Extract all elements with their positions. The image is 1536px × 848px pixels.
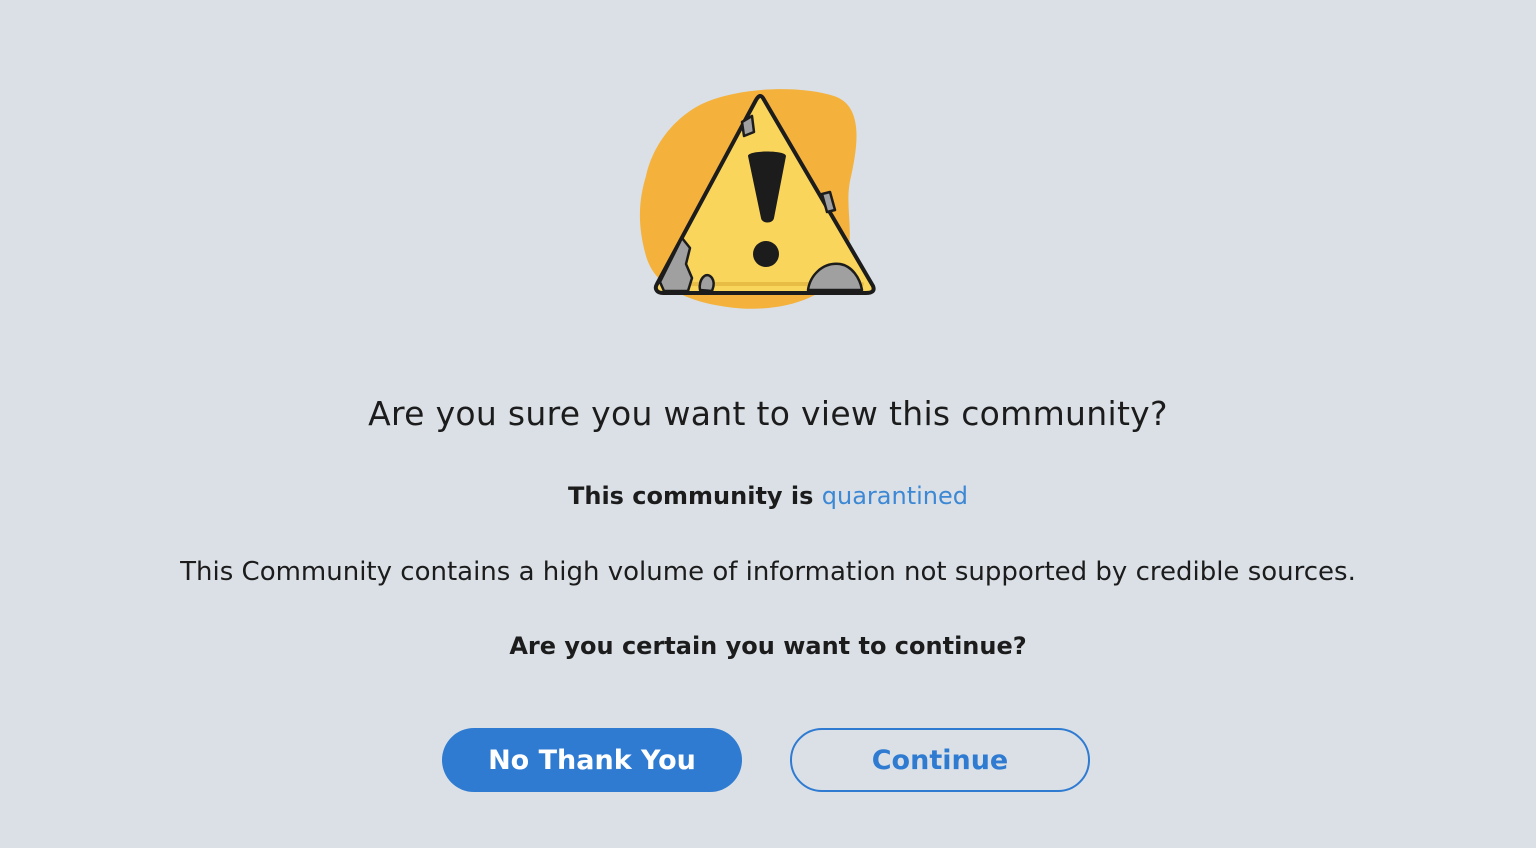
continue-button[interactable]: Continue: [790, 728, 1090, 792]
warning-triangle-icon: [639, 89, 876, 309]
status-prefix: This community is: [567, 482, 822, 510]
continue-question: Are you certain you want to continue?: [509, 632, 1027, 660]
page-title: Are you sure you want to view this commu…: [368, 394, 1168, 433]
quarantined-link[interactable]: quarantined: [822, 482, 968, 510]
exclamation-dot: [753, 241, 779, 267]
quarantine-interstitial: Are you sure you want to view this commu…: [0, 0, 1536, 848]
no-thank-you-button[interactable]: No Thank You: [442, 728, 742, 792]
quarantine-status: This community is quarantined: [0, 479, 1536, 513]
community-description: This Community contains a high volume of…: [180, 557, 1356, 587]
